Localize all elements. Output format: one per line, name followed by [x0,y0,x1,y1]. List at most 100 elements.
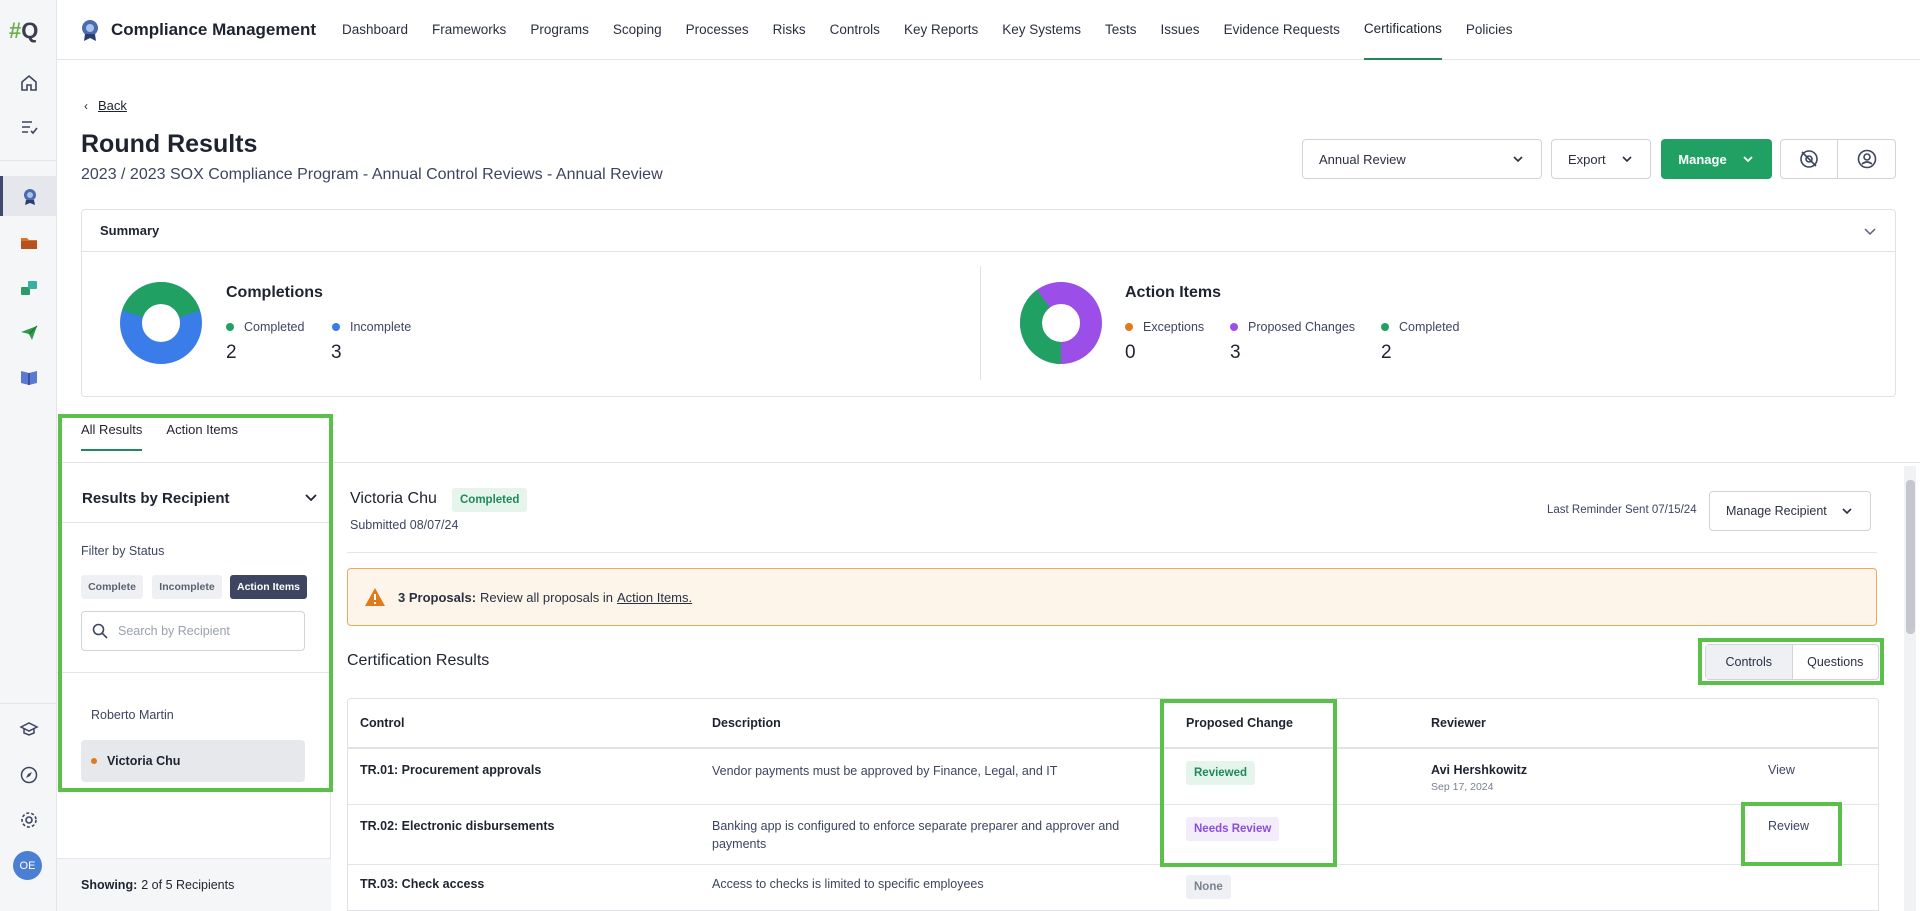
detail-divider [347,552,1877,553]
control-name: TR.01: Procurement approvals [360,763,542,777]
summary-card: Summary [81,209,1896,397]
status-badge-reviewed: Reviewed [1186,761,1256,785]
control-description: Access to checks is limited to specific … [712,877,984,891]
nav-controls[interactable]: Controls [830,0,880,60]
book-icon[interactable] [0,357,57,397]
table-row[interactable]: TR.01: Procurement approvals Vendor paym… [348,749,1878,805]
nav-policies[interactable]: Policies [1466,0,1513,60]
results-by-recipient-heading: Results by Recipient [82,490,230,507]
legend-proposed-changes: Proposed Changes [1230,320,1355,334]
nav-risks[interactable]: Risks [773,0,806,60]
manage-recipient-dropdown[interactable]: Manage Recipient [1709,491,1871,531]
filter-chip-incomplete[interactable]: Incomplete [152,575,222,599]
search-icon [92,623,108,639]
nav-key-reports[interactable]: Key Reports [904,0,978,60]
filter-chip-action-items[interactable]: Action Items [230,575,307,599]
tab-action-items[interactable]: Action Items [166,422,238,451]
nav-processes[interactable]: Processes [686,0,749,60]
chevron-down-icon [1743,156,1753,163]
icon-rail: #Q OE [0,0,57,911]
recipient-search-input[interactable] [118,624,288,638]
incomplete-dot [332,323,340,331]
nav-dashboard[interactable]: Dashboard [342,0,408,60]
ai-completed-dot [1381,323,1389,331]
submitted-date: Submitted 08/07/24 [350,518,459,532]
manage-button[interactable]: Manage [1661,139,1772,179]
action-items-link[interactable]: Action Items. [617,590,692,605]
user-view-button[interactable] [1838,140,1895,178]
reviewer-name: Avi Hershkowitz [1431,763,1528,777]
recipient-item-selected[interactable]: Victoria Chu [81,740,305,782]
completed-dot [226,323,234,331]
recipient-search[interactable] [81,611,305,651]
status-badge-none: None [1186,875,1231,899]
recipient-item[interactable]: Roberto Martin [81,694,305,736]
recipient-title: Victoria Chu [350,490,437,507]
summary-header[interactable]: Summary [82,210,1895,252]
completed-count: 2 [226,342,237,363]
tasks-icon[interactable] [0,107,57,147]
chevron-down-icon[interactable] [303,489,319,505]
sync-icon[interactable] [0,268,57,308]
nav-issues[interactable]: Issues [1161,0,1200,60]
view-icon-group [1780,139,1896,179]
legend-ai-completed: Completed [1381,320,1459,334]
summary-divider [980,266,981,380]
warning-icon [365,588,385,606]
top-navigation: Compliance Management Dashboard Framewor… [57,0,1920,60]
toggle-questions[interactable]: Questions [1793,645,1879,679]
review-link[interactable]: Review [1768,819,1809,833]
results-tabs: All Results Action Items [81,422,262,451]
column-header-control: Control [360,716,405,730]
table-row[interactable]: TR.03: Check access Access to checks is … [348,865,1878,910]
back-label: Back [98,98,127,113]
status-badge-needs-review: Needs Review [1186,817,1280,841]
tabs-divider [57,462,1920,463]
tab-all-results[interactable]: All Results [81,422,143,451]
scrollbar-thumb[interactable] [1906,480,1915,634]
folder-icon[interactable] [0,223,57,263]
manage-recipient-label: Manage Recipient [1726,504,1827,518]
legend-exceptions: Exceptions [1125,320,1204,334]
home-icon[interactable] [0,63,57,103]
nav-certifications[interactable]: Certifications [1363,0,1442,60]
nav-frameworks[interactable]: Frameworks [432,0,506,60]
settings-gear-icon[interactable] [0,800,57,840]
proposed-count: 3 [1230,342,1241,363]
legend-completed: Completed [226,320,304,334]
control-name: TR.03: Check access [360,877,485,891]
control-description: Vendor payments must be approved by Fina… [712,764,1058,778]
nav-evidence-requests[interactable]: Evidence Requests [1224,0,1340,60]
recipient-name: Victoria Chu [107,754,181,768]
certification-results-title: Certification Results [347,652,490,669]
export-label: Export [1568,151,1606,167]
learning-cap-icon[interactable] [0,709,57,749]
column-header-description: Description [712,716,781,730]
nav-tests[interactable]: Tests [1105,0,1137,60]
toggle-controls[interactable]: Controls [1706,645,1793,679]
proposals-alert: 3 Proposals: Review all proposals in Act… [347,568,1877,626]
compass-icon[interactable] [0,755,57,795]
app-logo[interactable]: #Q [9,18,38,44]
review-select[interactable]: Annual Review [1302,139,1542,179]
back-link[interactable]: ‹ Back [84,98,127,113]
last-reminder: Last Reminder Sent 07/15/24 [1547,504,1697,516]
nav-key-systems[interactable]: Key Systems [1002,0,1081,60]
reviewer-date: Sep 17, 2024 [1431,781,1494,793]
exceptions-count: 0 [1125,342,1136,363]
send-icon[interactable] [0,313,57,353]
export-dropdown[interactable]: Export [1551,139,1651,179]
hide-view-button[interactable] [1781,140,1839,178]
user-avatar[interactable]: OE [13,851,42,880]
completions-title: Completions [226,284,323,301]
table-row[interactable]: TR.02: Electronic disbursements Banking … [348,805,1878,865]
compliance-shield-icon[interactable] [0,176,57,216]
filter-chip-complete[interactable]: Complete [81,575,143,599]
panel-divider [57,672,331,673]
nav-scoping[interactable]: Scoping [613,0,662,60]
legend-completed-label: Completed [244,320,305,334]
footer-label: Showing: [81,878,138,892]
nav-programs[interactable]: Programs [530,0,589,60]
recipients-panel: Results by Recipient Filter by Status Co… [57,462,331,911]
view-link[interactable]: View [1768,763,1795,777]
